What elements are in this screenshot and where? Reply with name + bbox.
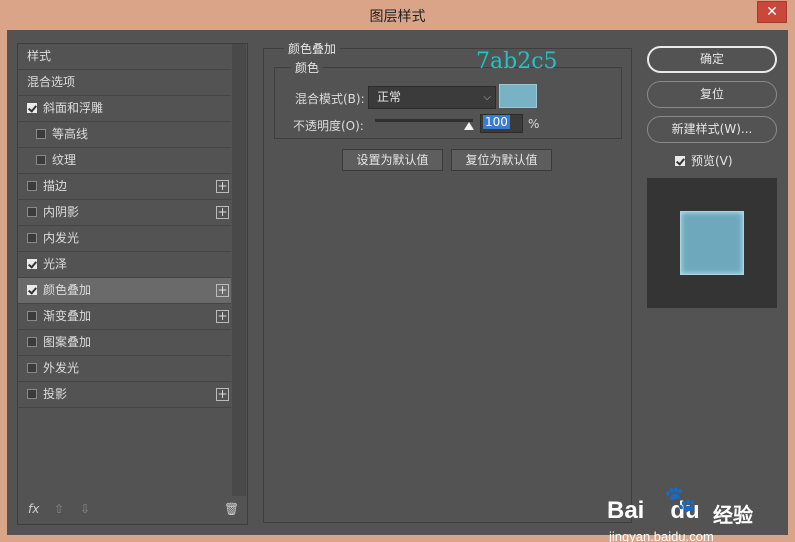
style-item[interactable]: 外发光 (18, 356, 231, 382)
style-checkbox[interactable] (36, 128, 46, 139)
close-button[interactable]: ✕ (757, 1, 787, 23)
styles-panel: 样式混合选项斜面和浮雕等高线纹理描边 + 内阴影 + 内发光光泽颜色叠加 + 渐变叠加 + 图案… (17, 43, 248, 525)
style-checkbox[interactable] (27, 310, 37, 321)
style-item-label: 混合选项 (27, 75, 76, 89)
reset-default-button[interactable]: 复位为默认值 (451, 149, 552, 171)
add-style-icon[interactable]: + (216, 388, 229, 401)
style-item[interactable]: 混合选项 (18, 70, 231, 96)
style-item[interactable]: 图案叠加 (18, 330, 231, 356)
style-item-label: 光泽 (43, 257, 68, 271)
add-style-icon[interactable]: + (216, 310, 229, 323)
style-checkbox[interactable] (27, 388, 37, 399)
style-item-label: 图案叠加 (43, 335, 92, 349)
color-swatch[interactable] (499, 84, 537, 108)
style-item[interactable]: 内发光 (18, 226, 231, 252)
move-up-icon[interactable]: ⇧ (54, 502, 64, 516)
trash-icon[interactable]: 🗑 (224, 502, 239, 516)
opacity-slider[interactable] (375, 119, 473, 122)
hex-annotation: 7ab2c5 (476, 49, 558, 74)
style-checkbox[interactable] (27, 284, 37, 295)
styles-footer: fx ⇧ ⇩ 🗑 (18, 496, 247, 524)
style-item[interactable]: 描边 + (18, 174, 231, 200)
group-title: 颜色叠加 (284, 40, 341, 57)
style-checkbox[interactable] (27, 258, 37, 269)
style-item[interactable]: 内阴影 + (18, 200, 231, 226)
baidu-jingyan-watermark: Bai du 🐾 经验 jingyan.baidu.com (607, 485, 782, 542)
style-item[interactable]: 等高线 (18, 122, 231, 148)
style-item[interactable]: 投影 + (18, 382, 231, 408)
style-item-label: 等高线 (52, 127, 89, 141)
style-checkbox[interactable] (27, 362, 37, 373)
style-item-label: 渐变叠加 (43, 309, 92, 323)
style-item-label: 颜色叠加 (43, 283, 92, 297)
styles-list: 样式混合选项斜面和浮雕等高线纹理描边 + 内阴影 + 内发光光泽颜色叠加 + 渐变叠加 + 图案… (18, 44, 231, 408)
style-item[interactable]: 颜色叠加 + (18, 278, 231, 304)
ok-button[interactable]: 确定 (647, 46, 777, 73)
style-checkbox[interactable] (36, 154, 46, 165)
preview-checkbox[interactable]: 预览(V) (675, 152, 733, 169)
percent-sign: % (528, 117, 540, 131)
style-item[interactable]: 光泽 (18, 252, 231, 278)
style-preview (647, 178, 777, 308)
preview-label: 预览(V) (691, 154, 733, 168)
style-item-label: 斜面和浮雕 (43, 101, 104, 115)
add-style-icon[interactable]: + (216, 206, 229, 219)
opacity-label: 不透明度(O): (293, 119, 364, 133)
style-checkbox[interactable] (27, 232, 37, 243)
reset-button[interactable]: 复位 (647, 81, 777, 108)
blend-mode-value: 正常 (377, 90, 402, 104)
new-style-button[interactable]: 新建样式(W)... (647, 116, 777, 143)
add-style-icon[interactable]: + (216, 180, 229, 193)
style-item-label: 投影 (43, 387, 68, 401)
style-item-label: 纹理 (52, 153, 77, 167)
watermark-url: jingyan.baidu.com (609, 529, 714, 542)
preview-swatch (680, 211, 744, 275)
add-style-icon[interactable]: + (216, 284, 229, 297)
style-item-label: 外发光 (43, 361, 80, 375)
styles-scrollbar[interactable] (232, 44, 246, 496)
style-item-label: 内阴影 (43, 205, 80, 219)
style-item[interactable]: 纹理 (18, 148, 231, 174)
style-item[interactable]: 渐变叠加 + (18, 304, 231, 330)
style-checkbox[interactable] (27, 102, 37, 113)
window-title: 图层样式 (369, 9, 426, 25)
style-checkbox[interactable] (27, 206, 37, 217)
dialog-body: 样式 混合选项 斜面和浮雕 等高线 纹理 描边 + 内阴影 + 内发光 光泽 颜色叠加 + 渐变叠加 + 图案… (7, 30, 788, 542)
set-default-button[interactable]: 设置为默认值 (342, 149, 443, 171)
title-bar: 图层样式 ✕ (0, 0, 795, 30)
opacity-slider-thumb[interactable] (464, 122, 474, 130)
blend-mode-label: 混合模式(B): (295, 92, 365, 106)
blend-mode-select[interactable]: 正常 ⌵ (368, 86, 496, 109)
style-item-label: 内发光 (43, 231, 80, 245)
fx-icon[interactable]: fx (28, 502, 39, 516)
paw-icon: 🐾 (664, 485, 697, 515)
style-item[interactable]: 样式 (18, 44, 231, 70)
preview-check-icon (675, 155, 685, 166)
subgroup-title: 颜色 (291, 59, 324, 76)
move-down-icon[interactable]: ⇩ (80, 502, 90, 516)
watermark-jingyan: 经验 (713, 503, 753, 527)
opacity-input[interactable]: 100 (480, 114, 523, 133)
style-item-label: 样式 (27, 49, 52, 63)
chevron-down-icon: ⌵ (483, 92, 491, 103)
style-item[interactable]: 斜面和浮雕 (18, 96, 231, 122)
style-checkbox[interactable] (27, 336, 37, 347)
opacity-value: 100 (483, 115, 510, 129)
style-item-label: 描边 (43, 179, 68, 193)
style-checkbox[interactable] (27, 180, 37, 191)
